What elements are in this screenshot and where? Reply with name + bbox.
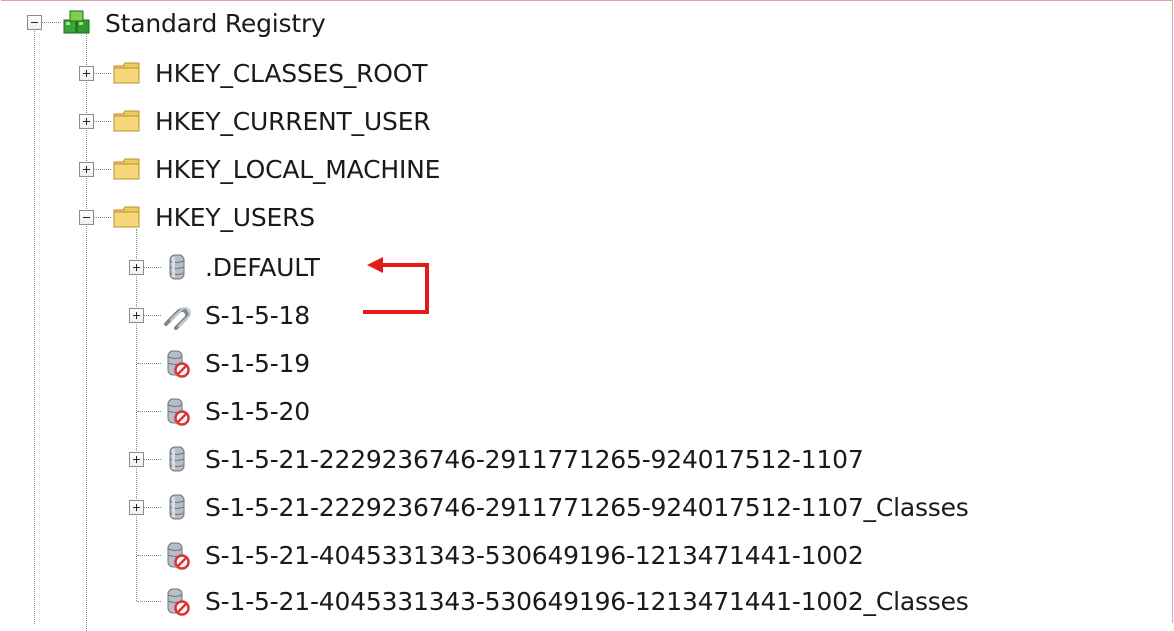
database-unavailable-icon xyxy=(162,586,192,616)
tree-node-label: Standard Registry xyxy=(105,8,326,38)
tree-line-root-h xyxy=(42,22,61,23)
link-icon xyxy=(162,300,192,330)
tree-node-label: S-1-5-21-4045331343-530649196-1213471441… xyxy=(205,540,864,570)
expand-toggle-hkey-classes-root[interactable] xyxy=(79,66,94,81)
tree-line-users xyxy=(136,229,137,601)
collapse-toggle-root[interactable] xyxy=(27,15,42,30)
tree-node-hkey-current-user[interactable]: HKEY_CURRENT_USER xyxy=(112,101,431,141)
tree-node-label: S-1-5-21-2229236746-2911771265-924017512… xyxy=(205,444,864,474)
tree-node-label: S-1-5-21-4045331343-530649196-1213471441… xyxy=(205,586,969,616)
registry-cubes-icon xyxy=(62,8,92,38)
tree-node-s-1-5-18[interactable]: S-1-5-18 xyxy=(162,295,310,335)
tree-node-s-1-5-19[interactable]: S-1-5-19 xyxy=(162,343,310,383)
tree-node-label: HKEY_LOCAL_MACHINE xyxy=(155,154,441,184)
tree-node-label: S-1-5-20 xyxy=(205,396,310,426)
folder-icon xyxy=(112,106,142,136)
tree-node-hkey-users[interactable]: HKEY_USERS xyxy=(112,197,315,237)
tree-node-label: S-1-5-18 xyxy=(205,300,310,330)
tree-node-label: S-1-5-19 xyxy=(205,348,310,378)
database-unavailable-icon xyxy=(162,540,192,570)
tree-node-s-1-5-21-1107-classes[interactable]: S-1-5-21-2229236746-2911771265-924017512… xyxy=(162,487,969,527)
expand-toggle-s-1-5-21-1107[interactable] xyxy=(129,452,144,467)
tree-node-default[interactable]: .DEFAULT xyxy=(162,247,320,287)
database-icon xyxy=(162,252,192,282)
tree-node-label: HKEY_CLASSES_ROOT xyxy=(155,58,428,88)
tree-node-label: HKEY_USERS xyxy=(155,202,315,232)
tree-node-label: HKEY_CURRENT_USER xyxy=(155,106,431,136)
tree-node-hkey-classes-root[interactable]: HKEY_CLASSES_ROOT xyxy=(112,53,428,93)
database-icon xyxy=(162,492,192,522)
tree-node-label: .DEFAULT xyxy=(205,252,320,282)
tree-line-user-h xyxy=(137,363,161,364)
tree-line-user-h xyxy=(137,601,161,602)
expand-toggle-s-1-5-18[interactable] xyxy=(129,308,144,323)
tree-node-s-1-5-21-1002-classes[interactable]: S-1-5-21-4045331343-530649196-1213471441… xyxy=(162,581,969,621)
tree-node-s-1-5-21-1002[interactable]: S-1-5-21-4045331343-530649196-1213471441… xyxy=(162,535,864,575)
database-unavailable-icon xyxy=(162,396,192,426)
folder-icon xyxy=(112,58,142,88)
expand-toggle-s-1-5-21-1107-classes[interactable] xyxy=(129,500,144,515)
tree-node-label: S-1-5-21-2229236746-2911771265-924017512… xyxy=(205,492,969,522)
expand-toggle-hkey-local-machine[interactable] xyxy=(79,162,94,177)
expand-toggle-hkey-current-user[interactable] xyxy=(79,114,94,129)
database-unavailable-icon xyxy=(162,348,192,378)
tree-line-user-h xyxy=(137,555,161,556)
tree-node-s-1-5-20[interactable]: S-1-5-20 xyxy=(162,391,310,431)
collapse-toggle-hkey-users[interactable] xyxy=(79,210,94,225)
tree-line-user-h xyxy=(137,411,161,412)
folder-icon xyxy=(112,202,142,232)
tree-node-hkey-local-machine[interactable]: HKEY_LOCAL_MACHINE xyxy=(112,149,440,189)
registry-tree[interactable]: Standard Registry HKEY_CLASSES_ROOT HKEY… xyxy=(1,0,1173,631)
folder-icon xyxy=(112,154,142,184)
tree-line-root xyxy=(34,31,35,624)
expand-toggle-default[interactable] xyxy=(129,260,144,275)
database-icon xyxy=(162,444,192,474)
tree-node-s-1-5-21-1107[interactable]: S-1-5-21-2229236746-2911771265-924017512… xyxy=(162,439,864,479)
tree-node-standard-registry[interactable]: Standard Registry xyxy=(62,3,326,43)
